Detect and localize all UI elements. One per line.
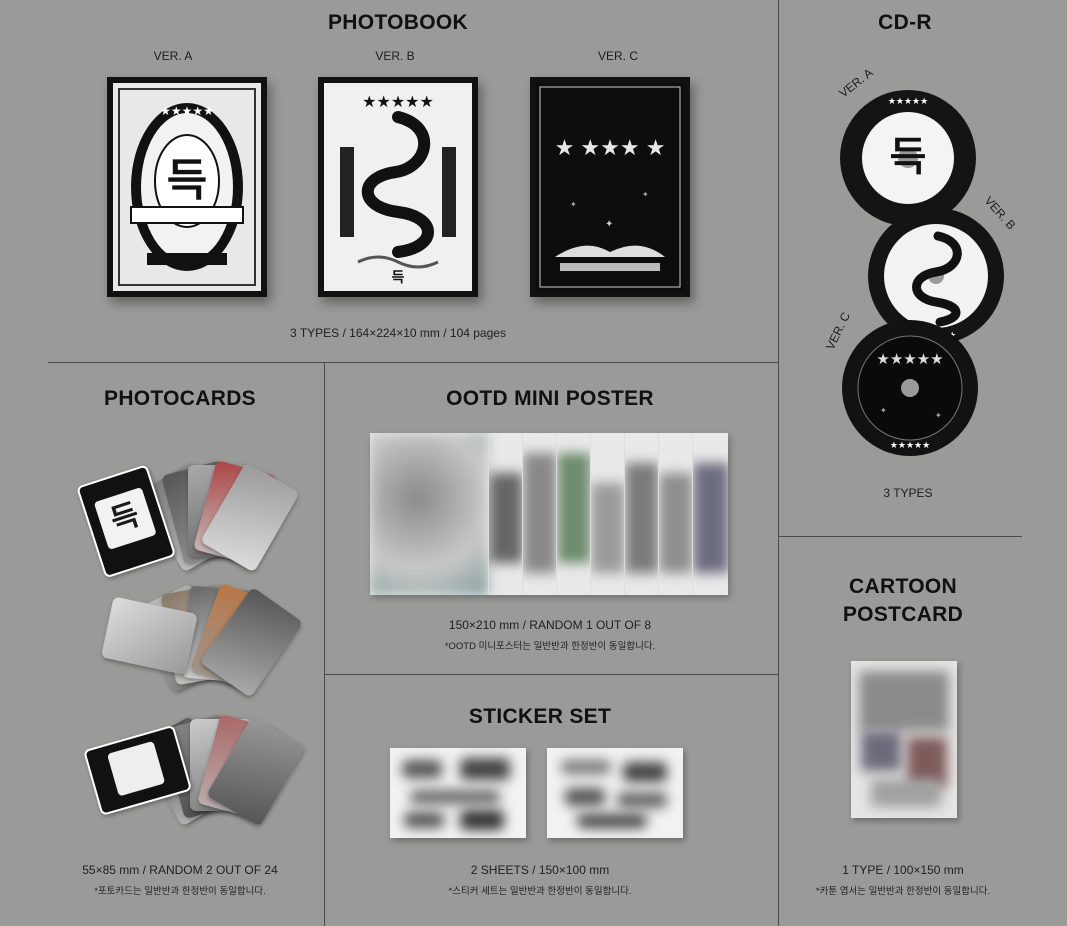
postcard-title-line1: CARTOON: [849, 575, 957, 598]
svg-text:✦: ✦: [880, 406, 887, 415]
postcard-image: [851, 661, 957, 818]
postcard-title-line2: POSTCARD: [842, 603, 964, 626]
divider-cdr-bottom: [778, 536, 1022, 537]
divider-poster-bottom: [324, 674, 778, 675]
sticker-title: STICKER SET: [468, 705, 612, 728]
svg-text:★★★★★: ★★★★★: [890, 440, 930, 450]
photocard-fan-3: [83, 705, 306, 835]
svg-text:★ ★★★ ★: ★ ★★★ ★: [555, 135, 666, 160]
divider-vertical-right: [778, 0, 779, 926]
divider-vertical-middle: [324, 362, 325, 926]
sticker-note: *스티커 세트는 일반반과 한정반이 동일합니다.: [448, 886, 632, 897]
divider-photobook-bottom: [48, 362, 778, 363]
photocards-note: *포토카드는 일반반과 한정반이 동일합니다.: [94, 886, 266, 897]
sticker-sheet-2: [547, 748, 683, 838]
svg-text:✦: ✦: [605, 219, 613, 230]
cdr-spec: 3 TYPES: [883, 486, 933, 500]
photobook-ver-c-label: VER. C: [597, 49, 638, 63]
photobook-ver-b-label: VER. B: [375, 49, 415, 63]
photobook-spec: 3 TYPES / 164×224×10 mm / 104 pages: [290, 326, 506, 340]
sticker-spec: 2 SHEETS / 150×100 mm: [470, 863, 610, 877]
poster-image: [370, 433, 728, 595]
photobook-ver-a-image: ★★★★★ 득: [107, 77, 267, 297]
photobook-ver-a-label: VER. A: [153, 49, 193, 63]
cdr-title: CD-R: [878, 11, 932, 34]
photocards-spec: 55×85 mm / RANDOM 2 OUT OF 24: [82, 863, 278, 877]
svg-text:✦: ✦: [935, 411, 942, 420]
poster-title: OOTD MINI POSTER: [446, 387, 654, 410]
photobook-title: PHOTOBOOK: [328, 11, 468, 34]
poster-note: *OOTD 미니포스터는 일반반과 한정반이 동일합니다.: [444, 641, 656, 652]
svg-text:★★★★★: ★★★★★: [160, 104, 214, 118]
svg-text:✦: ✦: [642, 190, 649, 199]
svg-text:✦: ✦: [570, 200, 577, 209]
svg-text:★★★★★: ★★★★★: [876, 351, 943, 368]
poster-spec: 150×210 mm / RANDOM 1 OUT OF 8: [448, 618, 652, 632]
photocard-fan-2: [90, 580, 304, 700]
photocards-title: PHOTOCARDS: [104, 387, 256, 410]
svg-text:★★★★★: ★★★★★: [888, 96, 928, 106]
sticker-sheet-1: [390, 748, 526, 838]
svg-text:★★★★★: ★★★★★: [362, 94, 434, 111]
photobook-ver-c-image: ★ ★★★ ★ ✦ ✦ ✦: [530, 77, 690, 297]
postcard-spec: 1 TYPE / 100×150 mm: [842, 863, 964, 877]
cdr-ver-c-disc: ★★★★★ ✦ ✦ ★★★★★: [840, 318, 980, 458]
svg-text:득: 득: [890, 135, 927, 179]
postcard-note: *카툰 엽서는 일반반과 한정반이 동일합니다.: [815, 886, 991, 897]
svg-text:득: 득: [167, 156, 207, 205]
svg-text:득: 득: [392, 269, 405, 285]
photobook-ver-b-image: ★★★★★ 득: [318, 77, 478, 297]
photocard-fan-1: 득: [76, 445, 300, 579]
